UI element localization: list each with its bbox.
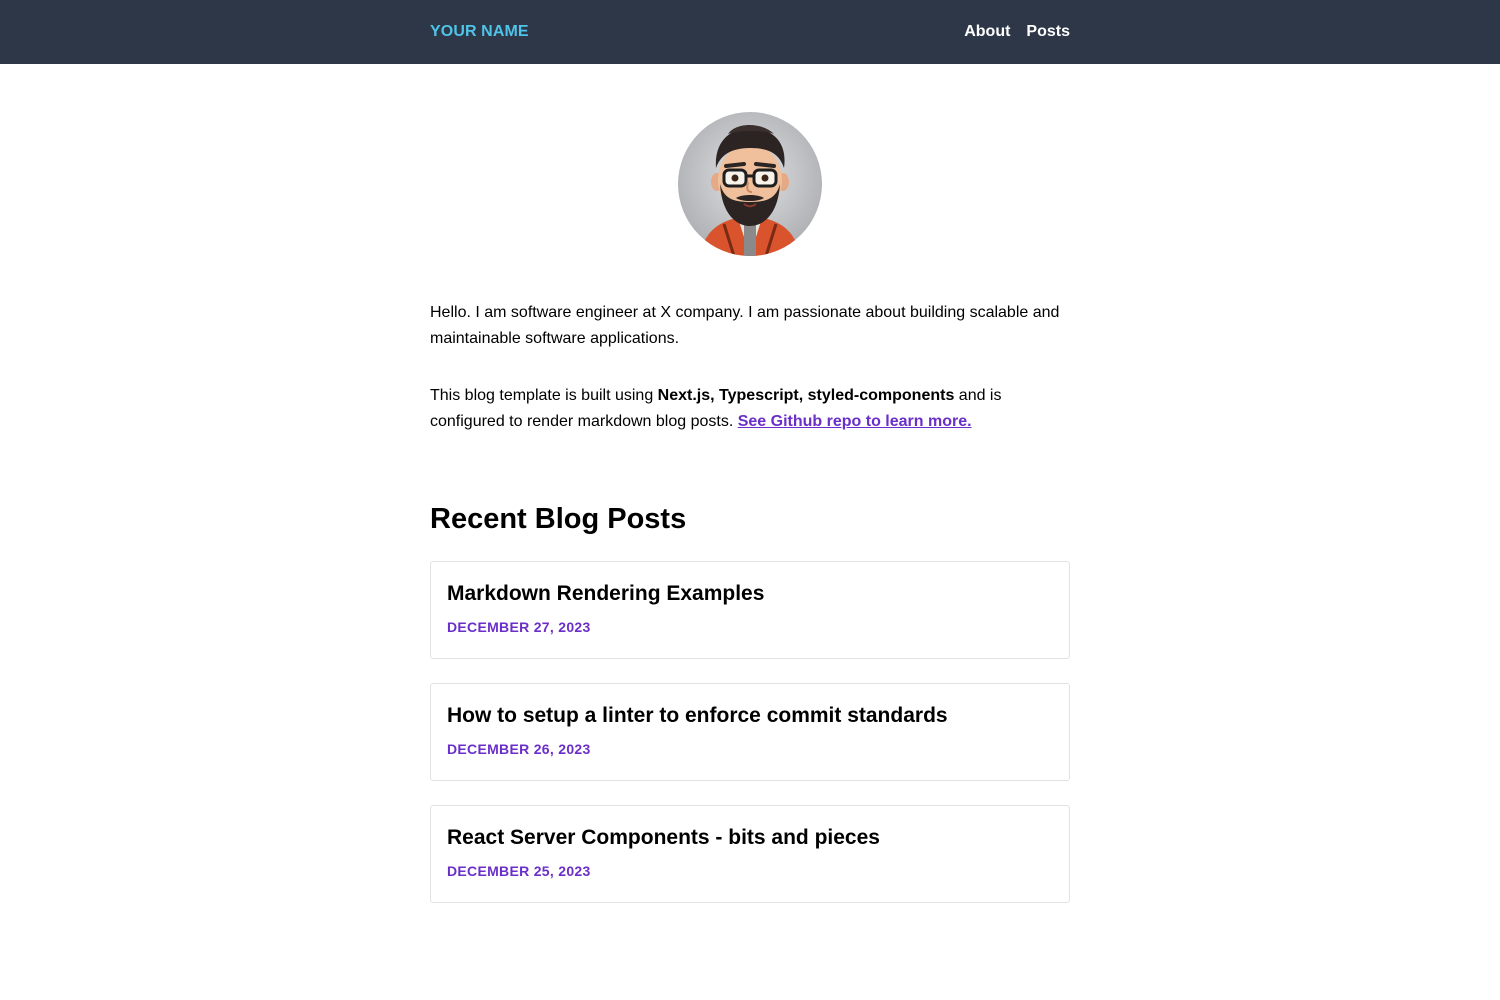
nav-link-posts[interactable]: Posts xyxy=(1026,23,1070,41)
brand-link[interactable]: YOUR NAME xyxy=(430,23,529,41)
nav-link-about[interactable]: About xyxy=(964,23,1010,41)
post-card[interactable]: React Server Components - bits and piece… xyxy=(430,805,1070,903)
main-content: Hello. I am software engineer at X compa… xyxy=(430,112,1070,927)
intro-paragraph-2: This blog template is built using Next.j… xyxy=(430,383,1070,435)
post-title: Markdown Rendering Examples xyxy=(447,582,765,605)
post-date: DECEMBER 26, 2023 xyxy=(447,741,591,757)
post-card[interactable]: How to setup a linter to enforce commit … xyxy=(430,683,1070,781)
post-title: React Server Components - bits and piece… xyxy=(447,826,880,849)
post-date: DECEMBER 25, 2023 xyxy=(447,863,591,879)
github-repo-link[interactable]: See Github repo to learn more. xyxy=(738,413,972,430)
post-title: How to setup a linter to enforce commit … xyxy=(447,704,948,727)
avatar-container xyxy=(430,112,1070,256)
post-card[interactable]: Markdown Rendering Examples DECEMBER 27,… xyxy=(430,561,1070,659)
post-date: DECEMBER 27, 2023 xyxy=(447,619,591,635)
recent-posts-heading: Recent Blog Posts xyxy=(430,503,687,535)
navbar-inner: YOUR NAME About Posts xyxy=(430,0,1070,64)
avatar xyxy=(678,112,822,256)
avatar-illustration xyxy=(700,125,800,256)
intro-paragraph-1: Hello. I am software engineer at X compa… xyxy=(430,304,1060,347)
intro-text-prefix: This blog template is built using xyxy=(430,387,658,404)
nav-links: About Posts xyxy=(964,23,1070,41)
tech-stack-text: Next.js, Typescript, styled-components xyxy=(657,387,955,404)
top-navbar: YOUR NAME About Posts xyxy=(0,0,1500,64)
post-list: Markdown Rendering Examples DECEMBER 27,… xyxy=(430,561,1070,903)
